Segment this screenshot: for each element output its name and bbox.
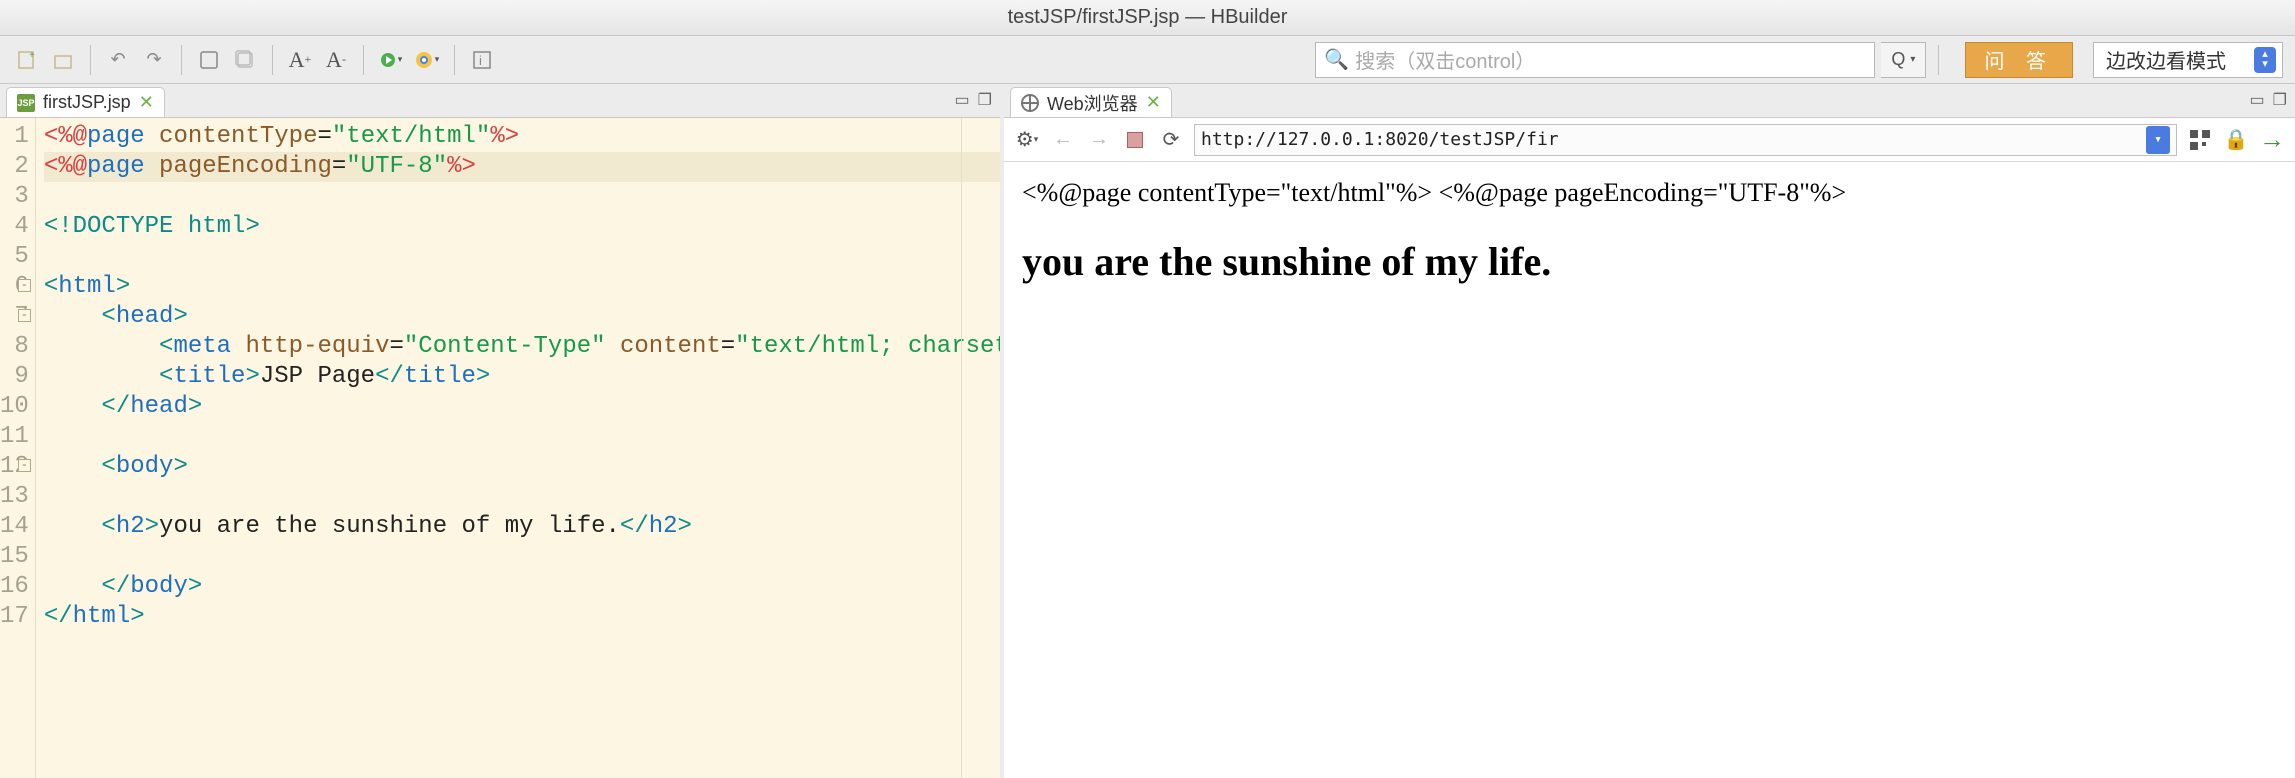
- back-icon[interactable]: ←: [1050, 127, 1076, 153]
- info-icon[interactable]: i: [467, 45, 497, 75]
- reload-icon[interactable]: ⟳: [1158, 127, 1184, 153]
- workspace: JSP firstJSP.jsp ✕ ▭ ❐ 123456-7-89101112…: [0, 84, 2295, 778]
- undo-icon[interactable]: ↶: [103, 45, 133, 75]
- separator: [454, 45, 455, 75]
- separator: [272, 45, 273, 75]
- editor-tabbar: JSP firstJSP.jsp ✕ ▭ ❐: [0, 84, 1000, 118]
- url-dropdown-icon[interactable]: [2146, 126, 2170, 154]
- new-file-icon[interactable]: +: [12, 45, 42, 75]
- jsp-file-icon: JSP: [17, 94, 35, 112]
- pane-controls: ▭ ❐: [2250, 90, 2287, 110]
- svg-text:+: +: [29, 50, 35, 61]
- separator: [1938, 45, 1939, 75]
- view-mode-select[interactable]: 边改边看模式: [2093, 42, 2283, 78]
- window-title: testJSP/firstJSP.jsp — HBuilder: [1008, 6, 1288, 29]
- separator: [90, 45, 91, 75]
- save-all-icon[interactable]: [230, 45, 260, 75]
- browser-tab-label: Web浏览器: [1047, 90, 1138, 116]
- editor-tab-label: firstJSP.jsp: [43, 92, 131, 113]
- browser-toolbar: ⚙▾ ← → ⟳ http://127.0.0.1:8020/testJSP/f…: [1004, 118, 2295, 162]
- globe-icon: [1021, 94, 1039, 112]
- maximize-pane-icon[interactable]: ❐: [978, 90, 992, 110]
- new-folder-icon[interactable]: [48, 45, 78, 75]
- pane-controls: ▭ ❐: [955, 90, 992, 110]
- code-editor[interactable]: 123456-7-89101112-1314151617 <%@page con…: [0, 118, 1000, 778]
- browser-tab[interactable]: Web浏览器 ✕: [1010, 87, 1172, 117]
- page-heading: you are the sunshine of my life.: [1022, 238, 2277, 285]
- search-dropdown[interactable]: Q ▾: [1881, 42, 1926, 78]
- font-decrease-icon[interactable]: A-: [321, 45, 351, 75]
- right-margin-line: [961, 118, 962, 778]
- gear-icon[interactable]: ⚙▾: [1014, 127, 1040, 153]
- run-icon[interactable]: ▾: [376, 45, 406, 75]
- browser-tabbar: Web浏览器 ✕ ▭ ❐: [1004, 84, 2295, 118]
- global-search-input[interactable]: 🔍 搜索（双击control）: [1315, 42, 1875, 78]
- browser-select-icon[interactable]: ▾: [412, 45, 442, 75]
- line-number-gutter: 123456-7-89101112-1314151617: [0, 118, 36, 778]
- qr-icon[interactable]: [2187, 127, 2213, 153]
- browser-pane: Web浏览器 ✕ ▭ ❐ ⚙▾ ← → ⟳ http://127.0.0.1:8…: [1000, 84, 2295, 778]
- svg-text:i: i: [479, 53, 482, 68]
- minimize-pane-icon[interactable]: ▭: [955, 90, 970, 110]
- lock-icon[interactable]: 🔒: [2223, 127, 2249, 153]
- save-icon[interactable]: [194, 45, 224, 75]
- qa-button[interactable]: 问 答: [1965, 42, 2073, 78]
- url-text: http://127.0.0.1:8020/testJSP/fir: [1201, 129, 1559, 150]
- redo-icon[interactable]: ↷: [139, 45, 169, 75]
- code-content[interactable]: <%@page contentType="text/html"%><%@page…: [36, 118, 1000, 778]
- font-increase-icon[interactable]: A+: [285, 45, 315, 75]
- browser-viewport: <%@page contentType="text/html"%> <%@pag…: [1004, 162, 2295, 778]
- editor-pane: JSP firstJSP.jsp ✕ ▭ ❐ 123456-7-89101112…: [0, 84, 1000, 778]
- minimize-pane-icon[interactable]: ▭: [2250, 90, 2265, 110]
- maximize-pane-icon[interactable]: ❐: [2273, 90, 2287, 110]
- main-toolbar: + ↶ ↷ A+ A- ▾ ▾ i 🔍 搜索（双击control） Q ▾ 问 …: [0, 36, 2295, 84]
- separator: [363, 45, 364, 75]
- chevron-updown-icon: [2254, 47, 2276, 73]
- separator: [181, 45, 182, 75]
- forward-icon[interactable]: →: [1086, 127, 1112, 153]
- url-input[interactable]: http://127.0.0.1:8020/testJSP/fir: [1194, 124, 2177, 156]
- close-icon[interactable]: ✕: [1146, 92, 1161, 113]
- search-placeholder: 搜索（双击control）: [1355, 45, 1535, 74]
- directive-text: <%@page contentType="text/html"%> <%@pag…: [1022, 176, 2277, 210]
- close-icon[interactable]: ✕: [139, 92, 154, 113]
- editor-tab[interactable]: JSP firstJSP.jsp ✕: [6, 87, 165, 117]
- go-icon[interactable]: →: [2259, 127, 2285, 153]
- window-titlebar: testJSP/firstJSP.jsp — HBuilder: [0, 0, 2295, 36]
- stop-icon[interactable]: [1122, 127, 1148, 153]
